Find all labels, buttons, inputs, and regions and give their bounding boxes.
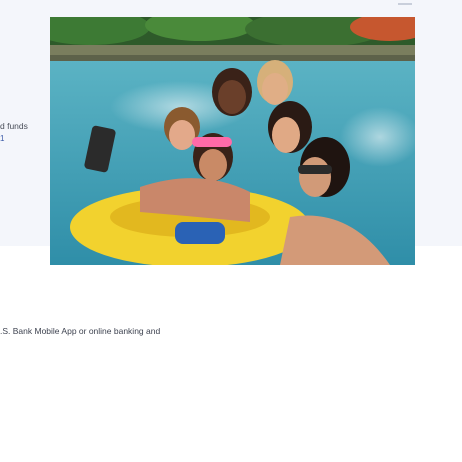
hero-photo — [50, 17, 415, 265]
hero-text-fragment: d funds — [0, 121, 28, 131]
body-text-fragment: .S. Bank Mobile App or online banking an… — [0, 326, 161, 336]
hero-footnote-link[interactable]: 1 — [0, 133, 4, 144]
band-edge-mark — [398, 3, 412, 5]
group-selfie-photo-icon — [50, 17, 415, 265]
